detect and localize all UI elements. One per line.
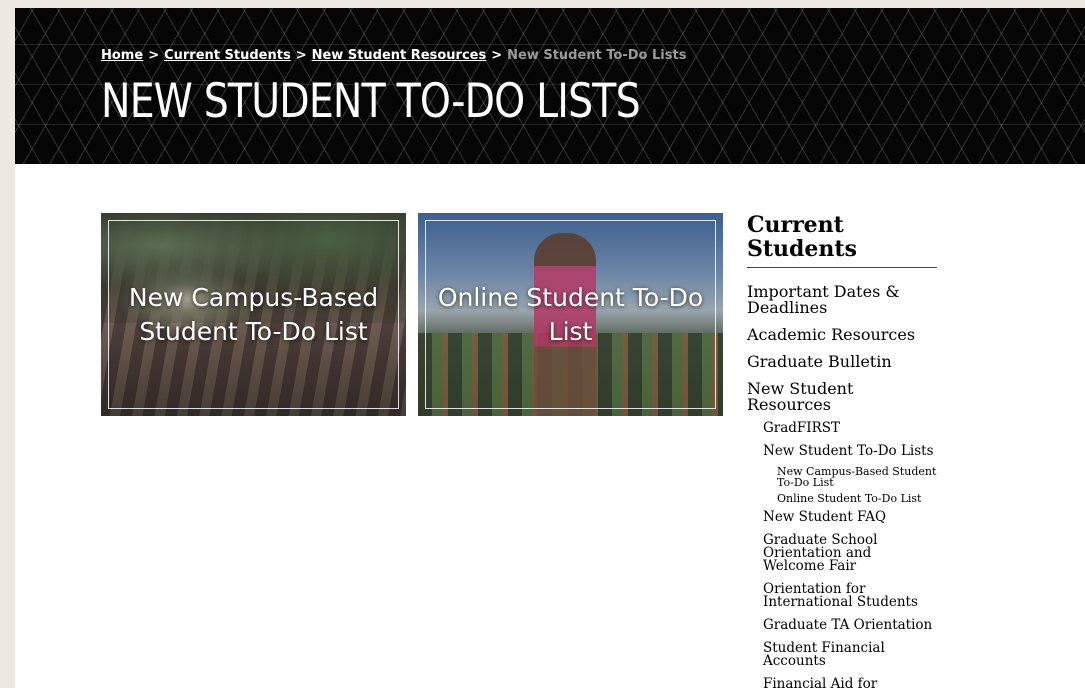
sidebar-item-label: Graduate School Orientation and Welcome … [763, 532, 878, 574]
sidebar-item-orientation-welcome-fair[interactable]: Graduate School Orientation and Welcome … [747, 530, 937, 579]
online-todo-card[interactable]: Online Student To-Do List [418, 213, 723, 416]
sidebar-item-new-student-todo-lists[interactable]: New Student To-Do Lists [747, 441, 937, 464]
sidebar-item-label: GradFIRST [763, 420, 841, 436]
sidebar-list: Important Dates & Deadlines Academic Res… [747, 278, 937, 688]
breadcrumb-separator: > [491, 48, 503, 63]
sidebar-item-gradfirst[interactable]: GradFIRST [747, 418, 937, 441]
hero-banner: Home > Current Students > New Student Resour… [15, 8, 1085, 164]
breadcrumb-separator: > [148, 48, 160, 63]
sidebar-item-label: Student Financial Accounts [763, 640, 885, 669]
breadcrumb-home-link[interactable]: Home [101, 48, 143, 63]
sidebar-item-financial-aid[interactable]: Financial Aid for Graduate [747, 674, 937, 688]
sidebar-title: Current Students [747, 213, 937, 268]
breadcrumb-current-page: New Student To-Do Lists [507, 48, 687, 63]
breadcrumb-separator: > [295, 48, 307, 63]
card-label: Online Student To-Do List [437, 283, 704, 346]
sidebar-item-label: Important Dates & Deadlines [747, 282, 900, 317]
sidebar-item-new-student-faq[interactable]: New Student FAQ [747, 507, 937, 530]
sidebar-item-international-orientation[interactable]: Orientation for International Students [747, 579, 937, 615]
sidebar-item-label: Online Student To-Do List [777, 492, 922, 505]
sidebar-item-important-dates[interactable]: Important Dates & Deadlines [747, 278, 937, 321]
sidebar-item-online-todo[interactable]: Online Student To-Do List [747, 491, 937, 507]
sidebar-item-campus-todo[interactable]: New Campus-Based Student To-Do List [747, 464, 937, 491]
sidebar-item-new-student-resources[interactable]: New Student Resources [747, 375, 937, 418]
sidebar-item-label: New Student FAQ [763, 509, 887, 525]
sidebar-item-financial-accounts[interactable]: Student Financial Accounts [747, 638, 937, 674]
breadcrumb-current-students-link[interactable]: Current Students [164, 48, 291, 63]
breadcrumb: Home > Current Students > New Student Resour… [101, 48, 686, 63]
sidebar-item-label: Financial Aid for Graduate [763, 676, 878, 688]
sidebar-nav: Current Students Important Dates & Deadl… [747, 213, 937, 688]
sidebar-item-label: Graduate Bulletin [747, 352, 892, 371]
sidebar-item-label: Academic Resources [747, 325, 916, 344]
sidebar-item-label: New Campus-Based Student To-Do List [777, 465, 937, 489]
campus-todo-card[interactable]: New Campus-Based Student To-Do List [101, 213, 406, 416]
sidebar-item-academic-resources[interactable]: Academic Resources [747, 321, 937, 348]
page-title: NEW STUDENT TO-DO LISTS [101, 74, 641, 129]
sidebar-item-label: New Student To-Do Lists [763, 443, 934, 459]
sidebar-item-graduate-bulletin[interactable]: Graduate Bulletin [747, 348, 937, 375]
card-label: New Campus-Based Student To-Do List [128, 283, 379, 346]
sidebar-item-label: New Student Resources [747, 379, 854, 414]
sidebar-item-label: Graduate TA Orientation [763, 617, 933, 633]
page: Home > Current Students > New Student Resour… [15, 8, 1085, 688]
sidebar-item-label: Orientation for International Students [763, 581, 918, 610]
sidebar-item-ta-orientation[interactable]: Graduate TA Orientation [747, 615, 937, 638]
breadcrumb-new-student-resources-link[interactable]: New Student Resources [312, 48, 487, 63]
